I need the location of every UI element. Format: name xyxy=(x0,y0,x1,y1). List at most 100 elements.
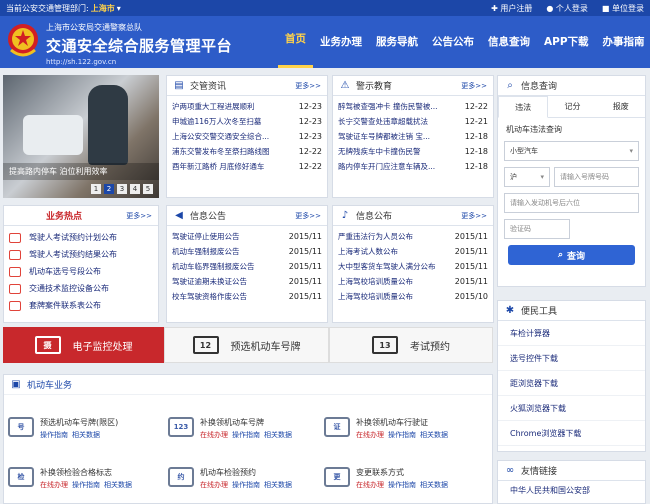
more-link[interactable]: 更多>> xyxy=(126,211,152,221)
nav-query[interactable]: 信息查询 xyxy=(481,16,537,68)
list-item[interactable]: 驾驶证逾期未换证公告 2015/11 xyxy=(172,274,322,289)
tool-link[interactable]: 车检计算器 xyxy=(498,321,645,346)
related-data-link[interactable]: 相关数据 xyxy=(104,481,132,489)
online-link[interactable]: 在线办理 xyxy=(200,481,228,489)
service-replace-plate[interactable]: 123 补换领机动车号牌 在线办理 操作指南 相关数据 xyxy=(168,417,292,440)
electronic-monitor-button[interactable]: 摄电子监控处理 xyxy=(3,327,164,363)
police-emblem-icon xyxy=(8,24,38,57)
item-date: 2015/11 xyxy=(288,232,322,241)
chevron-down-icon[interactable]: ▾ xyxy=(117,4,121,13)
online-link[interactable]: 在线办理 xyxy=(356,481,384,489)
guide-link[interactable]: 操作指南 xyxy=(388,431,416,439)
tab-points[interactable]: 记分 xyxy=(548,96,596,117)
list-item[interactable]: 套牌案件联系表公布 xyxy=(9,297,153,314)
list-item[interactable]: 长宁交警查处违章超载扰法 12-21 xyxy=(338,114,488,129)
tab-violation[interactable]: 违法 xyxy=(498,96,549,118)
related-data-link[interactable]: 相关数据 xyxy=(264,431,292,439)
guide-link[interactable]: 操作指南 xyxy=(40,431,68,439)
news-slider[interactable]: 提高路内停车 泊位利用效率 1 2 3 4 5 xyxy=(3,75,159,198)
guide-link[interactable]: 操作指南 xyxy=(388,481,416,489)
register-link[interactable]: ✚ 用户注册 xyxy=(491,3,532,14)
preselect-plate-button[interactable]: 12 预选机动车号牌 xyxy=(164,327,329,363)
engine-number-input[interactable]: 请输入发动机号后六位 xyxy=(504,193,639,213)
nav-app[interactable]: APP下载 xyxy=(537,16,596,68)
related-data-link[interactable]: 相关数据 xyxy=(420,431,448,439)
service-inspection-booking[interactable]: 约机动车检验预约 在线办理 操作指南 相关数据 xyxy=(168,467,292,490)
nav-home[interactable]: 首页 xyxy=(278,16,313,68)
panel-title: 友情链接 xyxy=(521,467,558,477)
plate-number-icon: 123 xyxy=(168,417,194,437)
list-item[interactable]: 大中型客货车驾驶人满分公布 2015/11 xyxy=(338,259,488,274)
list-item[interactable]: 校车驾驶资格作废公告 2015/11 xyxy=(172,289,322,304)
online-link[interactable]: 在线办理 xyxy=(200,431,228,439)
list-item[interactable]: 驾驶人考试预约计划公布 xyxy=(9,229,153,246)
more-link[interactable]: 更多>> xyxy=(295,81,321,91)
tool-link[interactable]: 火狐浏览器下载 xyxy=(498,396,645,421)
list-item[interactable]: 路内停车开门应注意车辆及... 12-18 xyxy=(338,159,488,174)
list-item[interactable]: 无牌残疾车中卡撞伤民警 12-18 xyxy=(338,144,488,159)
guide-link[interactable]: 操作指南 xyxy=(232,431,260,439)
service-replace-license[interactable]: 证补换领机动车行驶证 在线办理 操作指南 相关数据 xyxy=(324,417,448,440)
related-data-link[interactable]: 相关数据 xyxy=(264,481,292,489)
list-item[interactable]: 浦东交警发布冬至祭扫路线图 12-22 xyxy=(172,144,322,159)
item-date: 2015/11 xyxy=(288,277,322,286)
tool-link[interactable]: Chrome浏览器下载 xyxy=(498,421,645,446)
list-item[interactable]: 机动车选号号段公布 xyxy=(9,263,153,280)
item-date: 12-22 xyxy=(298,147,322,156)
captcha-input[interactable]: 验证码 xyxy=(504,219,570,239)
list-item[interactable]: 机动车强制报废公告 2015/11 xyxy=(172,244,322,259)
item-date: 12-18 xyxy=(464,147,488,156)
slider-page-5[interactable]: 5 xyxy=(143,184,153,194)
exam-booking-button[interactable]: 13 考试预约 xyxy=(329,327,493,363)
plate-prefix-select[interactable]: 沪 ▾ xyxy=(504,167,550,187)
list-item[interactable]: 酉年新江路桥 月底修好通车 12-22 xyxy=(172,159,322,174)
panel-title: 信息公告 xyxy=(190,212,227,222)
list-item[interactable]: 驾驶证停止使用公告 2015/11 xyxy=(172,229,322,244)
list-item[interactable]: 上海驾校培训质量公布 2015/10 xyxy=(338,289,488,304)
nav-business[interactable]: 业务办理 xyxy=(313,16,369,68)
list-item[interactable]: 上海公安交警交通安全综合... 12-23 xyxy=(172,129,322,144)
slider-page-2[interactable]: 2 xyxy=(104,184,114,194)
nav-guide[interactable]: 办事指南 xyxy=(596,16,650,68)
related-data-link[interactable]: 相关数据 xyxy=(420,481,448,489)
service-inspection-mark[interactable]: 检补换领检验合格标志 在线办理 操作指南 相关数据 xyxy=(8,467,132,490)
list-item[interactable]: 驾驶人考试预约结果公布 xyxy=(9,246,153,263)
slider-page-1[interactable]: 1 xyxy=(91,184,101,194)
tool-link[interactable]: 选号控件下载 xyxy=(498,346,645,371)
item-title: 沪两项重大工程进展顺利 xyxy=(172,102,255,111)
online-link[interactable]: 在线办理 xyxy=(40,481,68,489)
unit-login-link[interactable]: ■ 单位登录 xyxy=(602,3,644,14)
friendly-link[interactable]: 中华人民共和国公安部 xyxy=(498,481,645,500)
tool-link[interactable]: 距浏览器下载 xyxy=(498,371,645,396)
guide-link[interactable]: 操作指南 xyxy=(232,481,260,489)
list-item[interactable]: 上海考试人数公布 2015/11 xyxy=(338,244,488,259)
list-item[interactable]: 上海驾校培训质量公布 2015/11 xyxy=(338,274,488,289)
more-link[interactable]: 更多>> xyxy=(461,211,487,221)
list-item[interactable]: 严重违法行为人员公布 2015/11 xyxy=(338,229,488,244)
list-item[interactable]: 沪两项重大工程进展顺利 12-23 xyxy=(172,99,322,114)
more-link[interactable]: 更多>> xyxy=(461,81,487,91)
city-selector[interactable]: 上海市 xyxy=(91,3,115,14)
slider-page-3[interactable]: 3 xyxy=(117,184,127,194)
slider-page-4[interactable]: 4 xyxy=(130,184,140,194)
query-button[interactable]: ⌕ 查询 xyxy=(508,245,635,265)
plate-number-input[interactable]: 请输入号牌号码 xyxy=(554,167,639,187)
related-data-link[interactable]: 相关数据 xyxy=(72,431,100,439)
list-item[interactable]: 醉驾被查强冲卡 撞伤民警被... 12-22 xyxy=(338,99,488,114)
guide-link[interactable]: 操作指南 xyxy=(72,481,100,489)
list-item[interactable]: 交通技术监控设备公布 xyxy=(9,280,153,297)
nav-notice[interactable]: 公告公布 xyxy=(425,16,481,68)
list-item[interactable]: 驾驶证车号牌都被注销 宝... 12-18 xyxy=(338,129,488,144)
personal-login-link[interactable]: ● 个人登录 xyxy=(546,3,588,14)
nav-service[interactable]: 服务导航 xyxy=(369,16,425,68)
list-item[interactable]: 申城逾116万人次冬至扫墓 12-23 xyxy=(172,114,322,129)
vehicle-type-select[interactable]: 小型汽车 ▾ xyxy=(504,141,639,161)
panel-title: 信息查询 xyxy=(521,82,558,92)
list-item[interactable]: 机动车临界强制报废公告 2015/11 xyxy=(172,259,322,274)
service-preselect-plate[interactable]: 号预选机动车号牌(限区) 操作指南 相关数据 xyxy=(8,417,118,440)
service-change-contact[interactable]: 更变更联系方式 在线办理 操作指南 相关数据 xyxy=(324,467,448,490)
tab-scrap[interactable]: 报废 xyxy=(597,96,645,117)
online-link[interactable]: 在线办理 xyxy=(356,431,384,439)
more-link[interactable]: 更多>> xyxy=(295,211,321,221)
slider-caption[interactable]: 提高路内停车 泊位利用效率 xyxy=(3,163,159,180)
